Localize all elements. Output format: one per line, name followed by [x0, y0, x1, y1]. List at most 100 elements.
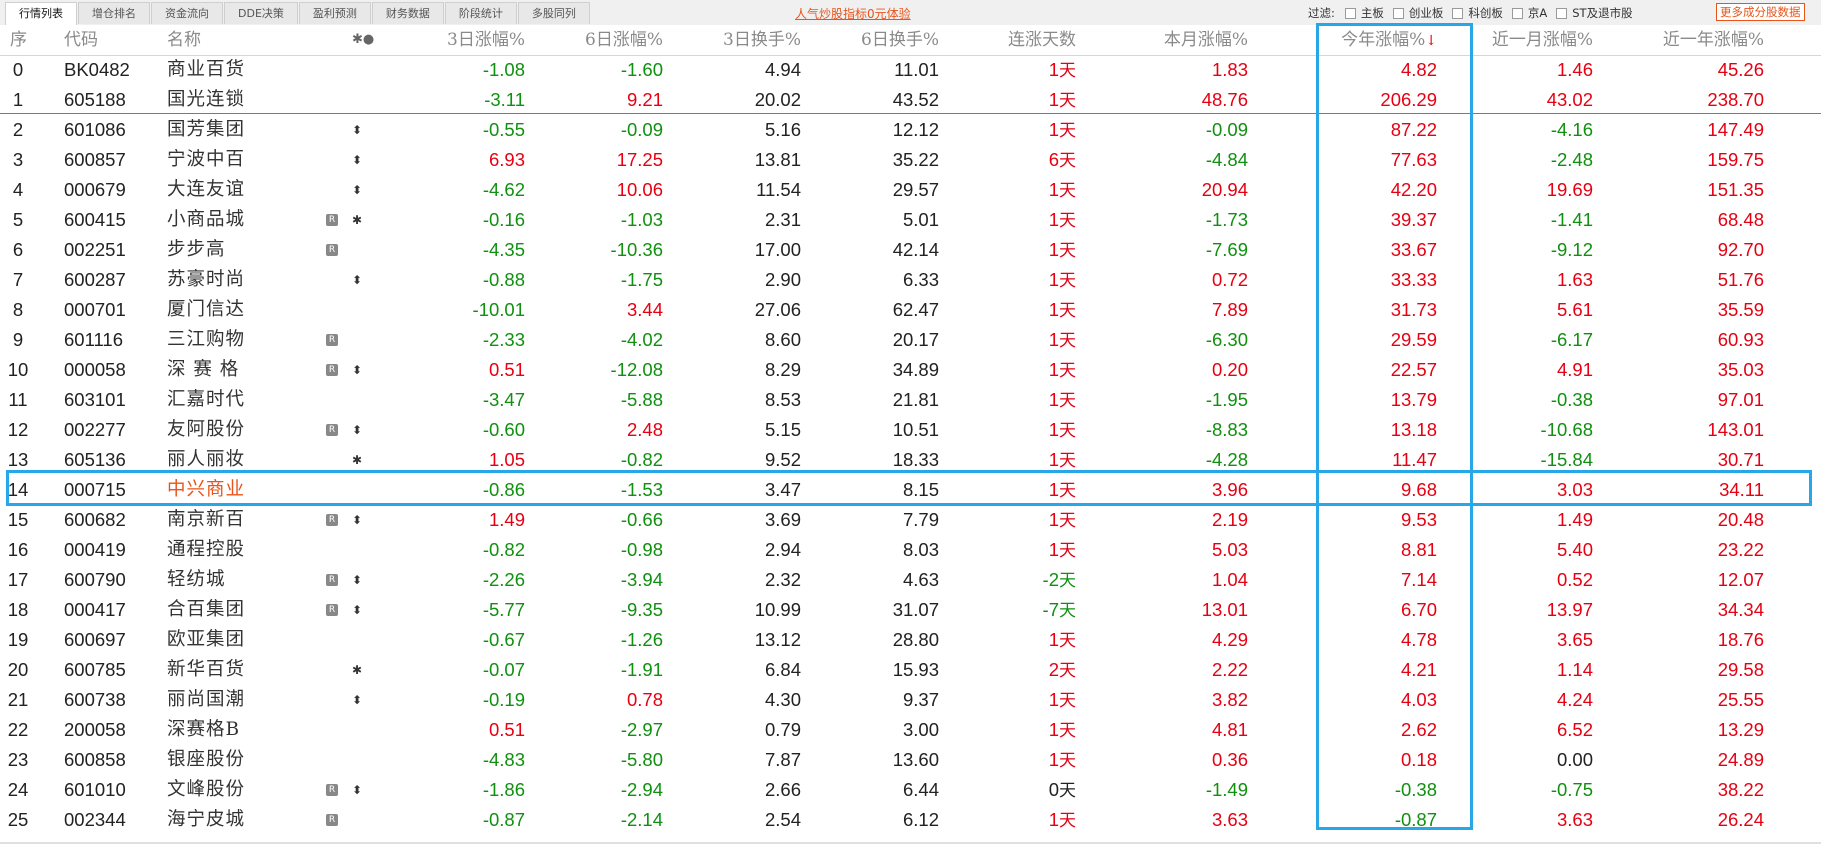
table-row[interactable]: 23 600858 银座股份 -4.83 -5.80 7.87 13.60 0.36 0.18 0…: [0, 745, 1821, 775]
table-row[interactable]: 14 000715 中兴商业 -0.86 -1.53 3.47 8.15 3.96 9.68 3.…: [0, 475, 1821, 505]
stock-name[interactable]: 通程控股: [167, 535, 245, 565]
table-row[interactable]: 2 601086 国芳集团 ⬍ -0.55 -0.09 5.16 12.12 -0.09 87.2…: [0, 115, 1821, 145]
table-row[interactable]: 4 000679 大连友谊 ⬍ -4.62 10.06 11.54 29.57 20.94 42.…: [0, 175, 1821, 205]
stock-name[interactable]: 国芳集团: [167, 115, 245, 145]
col-header-turn6d[interactable]: 6日换手%: [861, 25, 939, 55]
table-row[interactable]: 25 002344 海宁皮城 R -0.87 -2.14 2.54 6.12 3.63 -0.87…: [0, 805, 1821, 835]
more-constituents-button[interactable]: 更多成分股数据: [1716, 3, 1805, 21]
stock-name[interactable]: 合百集团: [167, 595, 245, 625]
table-row[interactable]: 21 600738 丽尚国潮 ⬍ -0.19 0.78 4.30 9.37 3.82 4.03 4.…: [0, 685, 1821, 715]
chg6d-cell: -2.94: [620, 779, 663, 800]
table-row[interactable]: 5 600415 小商品城 R ✱ -0.16 -1.03 2.31 5.01 -1.73 39.3…: [0, 205, 1821, 235]
filter-checkbox[interactable]: [1511, 7, 1523, 19]
stock-code: 601010: [64, 779, 126, 800]
stock-name[interactable]: 汇嘉时代: [167, 385, 245, 415]
filter-checkbox[interactable]: [1556, 7, 1568, 19]
streak-days-value: 1: [1048, 389, 1059, 410]
filter-option-3[interactable]: 京A: [1511, 5, 1547, 21]
stock-name[interactable]: 国光连锁: [167, 85, 245, 115]
table-row[interactable]: 15 600682 南京新百 R ⬍ 1.49 -0.66 3.69 7.79 2.19 9.53 1…: [0, 505, 1821, 535]
tab-7[interactable]: 多股同列: [517, 2, 590, 24]
table-row[interactable]: 22 200058 深赛格B 0.51 -2.97 0.79 3.00 4.81 2.62 6.5…: [0, 715, 1821, 745]
tab-6[interactable]: 阶段统计: [444, 2, 517, 24]
col-header-turn3d[interactable]: 3日换手%: [723, 25, 801, 55]
col-header-code[interactable]: 代码: [64, 25, 98, 55]
chg6d-cell: -0.82: [620, 449, 663, 470]
table-row[interactable]: 1 605188 国光连锁 -3.11 9.21 20.02 43.52 48.76 206.2…: [0, 85, 1821, 115]
ytd-chg-cell: 31.73: [1390, 299, 1437, 320]
table-row[interactable]: 8 000701 厦门信达 -10.01 3.44 27.06 62.47 7.89 31.73…: [0, 295, 1821, 325]
stock-name[interactable]: 中兴商业: [167, 475, 245, 505]
stock-name[interactable]: 银座股份: [167, 745, 245, 775]
table-row[interactable]: 19 600697 欧亚集团 -0.67 -1.26 13.12 28.80 4.29 4.78…: [0, 625, 1821, 655]
stock-name[interactable]: 欧亚集团: [167, 625, 245, 655]
turn6d-cell: 21.81: [892, 389, 939, 410]
stock-name[interactable]: 步步高: [167, 235, 226, 265]
chg6d-cell: -0.66: [620, 509, 663, 530]
stock-name[interactable]: 苏豪时尚: [167, 265, 245, 295]
stock-name[interactable]: 丽尚国潮: [167, 685, 245, 715]
col-header-1y[interactable]: 近一年涨幅%: [1663, 25, 1764, 55]
table-row[interactable]: 17 600790 轻纺城 R ⬍ -2.26 -3.94 2.32 4.63 1.04 7.14 0…: [0, 565, 1821, 595]
col-header-name[interactable]: 名称: [167, 25, 201, 55]
tab-3[interactable]: DDE决策: [224, 2, 298, 24]
table-row[interactable]: 12 002277 友阿股份 R ⬍ -0.60 2.48 5.15 10.51 -8.83 13.…: [0, 415, 1821, 445]
stock-name[interactable]: 新华百货: [167, 655, 245, 685]
stock-name[interactable]: 小商品城: [167, 205, 245, 235]
col-header-1m[interactable]: 近一月涨幅%: [1492, 25, 1593, 55]
filter-option-1[interactable]: 创业板: [1392, 5, 1443, 21]
table-row[interactable]: 24 601010 文峰股份 R ⬍ -1.86 -2.94 2.66 6.44 -1.49 -0.…: [0, 775, 1821, 805]
tab-5[interactable]: 财务数据: [371, 2, 444, 24]
stock-name[interactable]: 海宁皮城: [167, 805, 245, 835]
col-header-chg3d[interactable]: 3日涨幅%: [447, 25, 525, 55]
table-row[interactable]: 6 002251 步步高 R -4.35 -10.36 17.00 42.14 -7.69 33.…: [0, 235, 1821, 265]
filter-checkbox[interactable]: [1392, 7, 1404, 19]
month-chg-cell: 2.19: [1211, 509, 1248, 530]
stock-code: 000058: [64, 359, 126, 380]
table-row[interactable]: 16 000419 通程控股 -0.82 -0.98 2.94 8.03 5.03 8.81 5.…: [0, 535, 1821, 565]
quote-table-body: 0 BK0482 商业百货 -1.08 -1.60 4.94 11.01 1.83 4.82 1.…: [0, 55, 1821, 835]
col-header-index[interactable]: 序: [10, 25, 27, 55]
table-row[interactable]: 10 000058 深 赛 格 R ⬍ 0.51 -12.08 8.29 34.89 0.20 22…: [0, 355, 1821, 385]
col-header-streak[interactable]: 连涨天数: [1008, 25, 1076, 55]
stock-name[interactable]: 宁波中百: [167, 145, 245, 175]
stock-name[interactable]: 文峰股份: [167, 775, 245, 805]
table-row[interactable]: 18 000417 合百集团 R ⬍ -5.77 -9.35 10.99 31.07 13.01 6…: [0, 595, 1821, 625]
view-tabs: 行情列表 增仓排名 资金流向 DDE决策 盈利预测 财务数据 阶段统计 多股同列: [5, 2, 591, 25]
stock-name[interactable]: 深 赛 格: [167, 355, 239, 385]
tab-0[interactable]: 行情列表: [5, 2, 77, 25]
stock-name[interactable]: 三江购物: [167, 325, 245, 355]
stock-name[interactable]: 友阿股份: [167, 415, 245, 445]
col-header-ytd[interactable]: 今年涨幅%↓: [1341, 25, 1437, 55]
table-row[interactable]: 3 600857 宁波中百 ⬍ 6.93 17.25 13.81 35.22 -4.84 77.6…: [0, 145, 1821, 175]
tab-2[interactable]: 资金流向: [151, 2, 223, 24]
filter-option-0[interactable]: 主板: [1344, 5, 1384, 21]
table-row[interactable]: 20 600785 新华百货 ✱ -0.07 -1.91 6.84 15.93 2.22 4.21…: [0, 655, 1821, 685]
stock-name[interactable]: 轻纺城: [167, 565, 226, 595]
table-row[interactable]: 13 605136 丽人丽妆 ✱ 1.05 -0.82 9.52 18.33 -4.28 11.4…: [0, 445, 1821, 475]
filter-checkbox[interactable]: [1344, 7, 1356, 19]
stock-name[interactable]: 商业百货: [167, 55, 245, 85]
stock-name[interactable]: 大连友谊: [167, 175, 245, 205]
col-header-month[interactable]: 本月涨幅%: [1164, 25, 1248, 55]
table-row[interactable]: 7 600287 苏豪时尚 ⬍ -0.88 -1.75 2.90 6.33 0.72 33.33 1…: [0, 265, 1821, 295]
stock-name[interactable]: 深赛格B: [167, 715, 240, 745]
1y-chg-cell: 159.75: [1707, 149, 1764, 170]
stock-name[interactable]: 南京新百: [167, 505, 245, 535]
stock-name[interactable]: 丽人丽妆: [167, 445, 245, 475]
filter-option-2[interactable]: 科创板: [1452, 5, 1503, 21]
table-row[interactable]: 9 601116 三江购物 R -2.33 -4.02 8.60 20.17 -6.30 29.5…: [0, 325, 1821, 355]
col-header-marks[interactable]: ✱●: [352, 25, 374, 55]
filter-checkbox[interactable]: [1452, 7, 1464, 19]
stock-flag-icon: ⬍: [352, 123, 363, 137]
promo-link[interactable]: 人气炒股指标0元体验: [795, 5, 911, 22]
stock-name[interactable]: 厦门信达: [167, 295, 245, 325]
tab-1[interactable]: 增仓排名: [78, 2, 150, 24]
streak-days-cell: 1天: [1049, 535, 1076, 565]
filter-option-4[interactable]: ST及退市股: [1556, 5, 1633, 21]
col-header-chg6d[interactable]: 6日涨幅%: [585, 25, 663, 55]
table-row[interactable]: 0 BK0482 商业百货 -1.08 -1.60 4.94 11.01 1.83 4.82 1.…: [0, 55, 1821, 85]
table-row[interactable]: 11 603101 汇嘉时代 -3.47 -5.88 8.53 21.81 -1.95 13.7…: [0, 385, 1821, 415]
streak-days-unit: 天: [1059, 361, 1076, 381]
tab-4[interactable]: 盈利预测: [298, 2, 371, 24]
